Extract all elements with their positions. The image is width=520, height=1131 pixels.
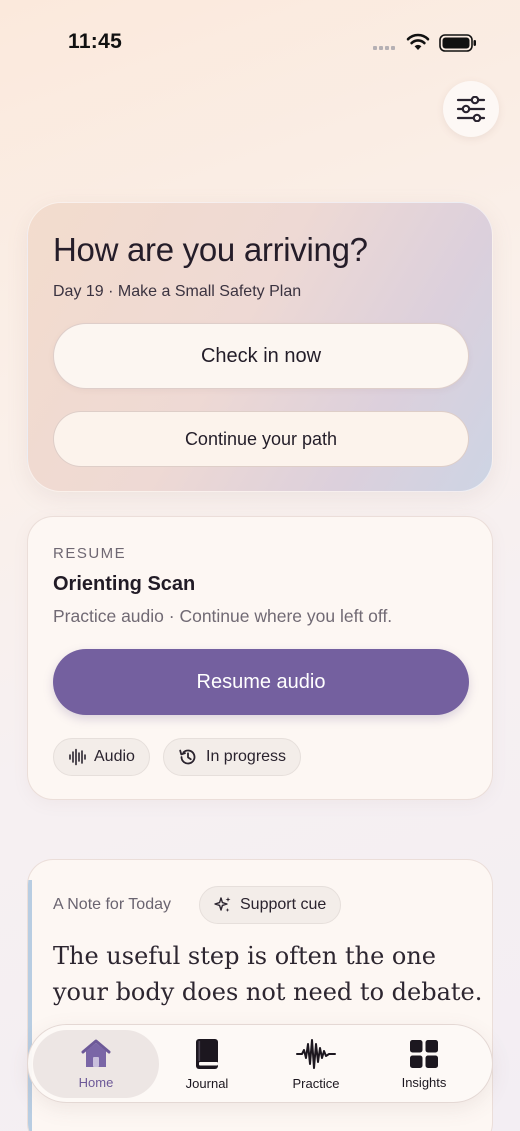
note-quote: The useful step is often the one your bo…	[53, 942, 483, 1006]
hero-subtitle: Day 19 · Make a Small Safety Plan	[53, 283, 302, 300]
check-in-card: How are you arriving? Day 19 · Make a Sm…	[27, 202, 493, 492]
tab-journal[interactable]: Journal	[144, 1030, 270, 1098]
hero-title: How are you arriving?	[53, 231, 368, 268]
filter-settings-button[interactable]	[443, 81, 499, 137]
waveform-icon	[296, 1038, 336, 1069]
tab-home-label: Home	[78, 1074, 114, 1090]
note-accent-bar	[28, 880, 32, 1131]
home-icon	[81, 1039, 111, 1067]
check-in-now-button[interactable]: Check in now	[53, 323, 469, 389]
resume-card: RESUME Orienting Scan Practice audio · C…	[27, 516, 493, 800]
audio-chip: Audio	[53, 738, 150, 776]
tab-journal-label: Journal	[185, 1075, 229, 1091]
history-icon	[179, 749, 196, 765]
book-icon	[196, 1038, 218, 1069]
in-progress-chip-label: In progress	[206, 748, 287, 765]
tab-insights-label: Insights	[401, 1074, 447, 1090]
sparkle-icon	[214, 897, 231, 912]
status-bar: 11:45	[0, 0, 520, 86]
continue-path-button[interactable]: Continue your path	[53, 411, 469, 467]
support-cue-chip[interactable]: Support cue	[199, 886, 342, 924]
resume-title: Orienting Scan	[53, 573, 196, 595]
grid-icon	[410, 1039, 438, 1068]
note-eyebrow: A Note for Today	[53, 896, 171, 913]
support-cue-label: Support cue	[240, 896, 327, 913]
waveform-icon	[69, 748, 86, 766]
resume-eyebrow: RESUME	[53, 545, 127, 562]
sliders-icon	[456, 96, 486, 122]
tab-bar: Home Journal Practice Insights	[27, 1024, 493, 1103]
cellular-signal-icon	[373, 46, 395, 50]
audio-chip-label: Audio	[94, 748, 135, 765]
tab-home[interactable]: Home	[33, 1030, 159, 1098]
resume-description: Practice audio · Continue where you left…	[53, 606, 393, 626]
tab-practice-label: Practice	[292, 1075, 340, 1091]
battery-icon	[439, 34, 476, 52]
in-progress-chip: In progress	[163, 738, 302, 776]
wifi-icon	[406, 33, 430, 50]
resume-audio-button[interactable]: Resume audio	[53, 649, 469, 715]
tab-insights[interactable]: Insights	[361, 1030, 487, 1098]
status-time: 11:45	[68, 30, 123, 53]
